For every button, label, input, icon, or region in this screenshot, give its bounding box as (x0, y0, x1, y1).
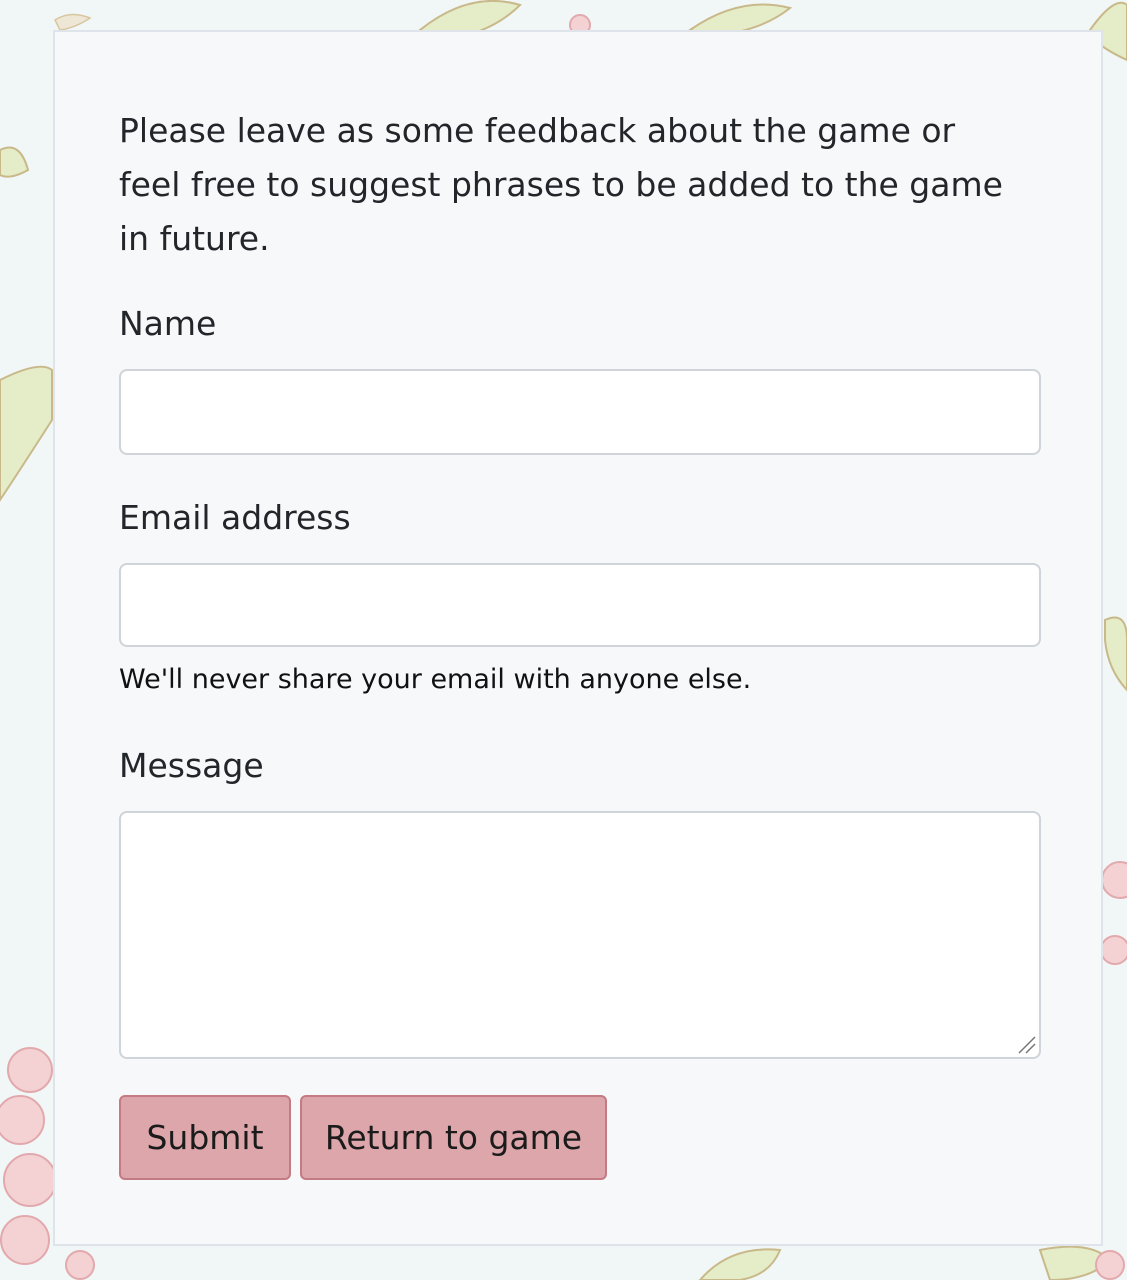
resize-handle-icon[interactable] (1015, 1033, 1037, 1055)
return-to-game-button[interactable]: Return to game (300, 1095, 607, 1180)
email-label: Email address (119, 498, 351, 537)
submit-button[interactable]: Submit (119, 1095, 291, 1180)
message-textarea[interactable] (119, 811, 1041, 1059)
name-input[interactable] (119, 369, 1041, 455)
name-label: Name (119, 304, 217, 343)
email-input[interactable] (119, 563, 1041, 647)
sprig-icon (54, 13, 92, 31)
feedback-form-card: Please leave as some feedback about the … (53, 30, 1103, 1246)
email-help-text: We'll never share your email with anyone… (119, 664, 752, 695)
intro-text: Please leave as some feedback about the … (119, 111, 1003, 258)
message-label: Message (119, 746, 264, 785)
